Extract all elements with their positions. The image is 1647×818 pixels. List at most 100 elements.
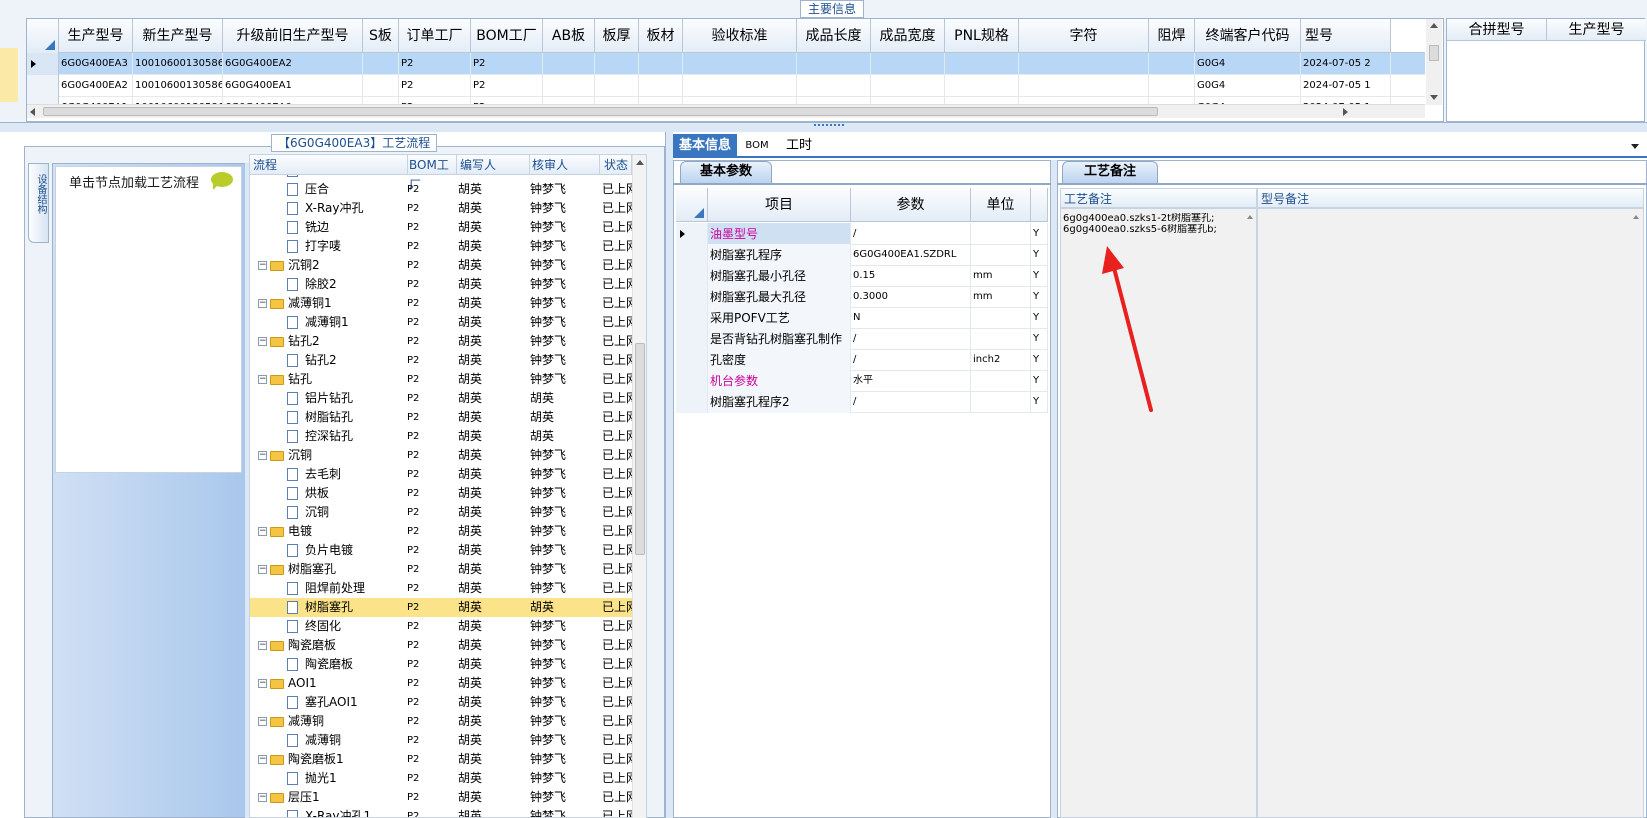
tree-node[interactable]: 控深钻孔P2胡英胡英已上网	[250, 427, 646, 446]
tree-node[interactable]: 铣边P2胡英钟梦飞已上网	[250, 218, 646, 237]
tree-node[interactable]: 除胶2P2胡英钟梦飞已上网	[250, 275, 646, 294]
side-tab-structure[interactable]: 设备结构	[28, 163, 49, 243]
tree-node[interactable]: −陶瓷磨板P2胡英钟梦飞已上网	[250, 636, 646, 655]
tab-2[interactable]: 工时	[777, 134, 821, 158]
column-header[interactable]: 板厚	[595, 19, 639, 52]
table-cell[interactable]	[639, 75, 683, 97]
collapse-icon[interactable]: −	[258, 793, 267, 802]
param-value[interactable]: /	[851, 349, 971, 371]
param-row[interactable]: 树脂塞孔程序2/ Y	[676, 391, 1048, 413]
column-header[interactable]: 字符	[1019, 19, 1149, 52]
tree-node[interactable]: −减薄铜P2胡英钟梦飞已上网	[250, 712, 646, 731]
param-row[interactable]: 是否背钻孔树脂塞孔制作 / Y	[676, 328, 1048, 350]
tree-node[interactable]: −沉铜P2胡英钟梦飞已上网	[250, 446, 646, 465]
tree-node[interactable]: −电镀P2胡英钟梦飞已上网	[250, 522, 646, 541]
table-cell[interactable]	[363, 75, 399, 97]
tabs-dropdown-icon[interactable]	[1631, 144, 1639, 149]
scroll-thumb[interactable]	[635, 343, 645, 555]
table-cell[interactable]	[543, 53, 595, 75]
collapse-icon[interactable]: −	[258, 755, 267, 764]
scroll-right-icon[interactable]	[1343, 108, 1348, 116]
row-header[interactable]	[27, 75, 59, 97]
param-row[interactable]: 机台参数 水平 Y	[676, 370, 1048, 392]
column-header[interactable]: 验收标准	[683, 19, 797, 52]
scroll-up-icon[interactable]	[1633, 215, 1639, 219]
table-row[interactable]: 6G0G400EA2 10010600130586 6G0G400EA1 P2 P2 G0…	[27, 75, 1425, 97]
tree-node[interactable]: 铝片钻孔P2胡英胡英已上网	[250, 389, 646, 408]
tree-node[interactable]: 减薄铜1P2胡英钟梦飞已上网	[250, 313, 646, 332]
table-cell[interactable]	[1019, 75, 1149, 97]
scroll-thumb[interactable]	[43, 107, 1158, 116]
column-header[interactable]: 型号	[1301, 19, 1391, 52]
column-header[interactable]: 新生产型号	[133, 19, 223, 52]
tree-node[interactable]: 树脂塞孔P2胡英胡英已上网	[250, 598, 646, 617]
tree-node[interactable]: 塞孔AOI1P2胡英钟梦飞已上网	[250, 693, 646, 712]
column-header[interactable]: 生产型号	[59, 19, 133, 52]
tree-node[interactable]: 烘板P2胡英钟梦飞已上网	[250, 484, 646, 503]
table-cell[interactable]: 10010600130586	[133, 75, 223, 97]
table-cell[interactable]	[595, 53, 639, 75]
main-grid-vscrollbar[interactable]	[1426, 19, 1442, 105]
tree-node[interactable]: −树脂塞孔P2胡英钟梦飞已上网	[250, 560, 646, 579]
tree-node[interactable]: 终固化P2胡英钟梦飞已上网	[250, 617, 646, 636]
hint-box[interactable]: 单击节点加载工艺流程	[55, 166, 242, 473]
tree-node[interactable]: 减薄铜P2胡英钟梦飞已上网	[250, 731, 646, 750]
table-cell[interactable]: 2024-07-05 1	[1301, 75, 1391, 97]
param-value[interactable]: 水平	[851, 370, 971, 392]
subtab-basic-params[interactable]: 基本参数	[680, 161, 772, 183]
column-header[interactable]: 终端客户代码	[1195, 19, 1301, 52]
param-row[interactable]: 树脂塞孔最小孔径 0.15 mm Y	[676, 265, 1048, 287]
param-value[interactable]: /	[851, 391, 971, 413]
table-cell[interactable]	[797, 53, 871, 75]
scroll-thumb[interactable]	[1429, 45, 1439, 61]
table-cell[interactable]: 6G0G400EA1	[223, 75, 363, 97]
params-header-item[interactable]: 项目	[708, 188, 851, 222]
table-cell[interactable]	[543, 75, 595, 97]
table-cell[interactable]: P2	[471, 75, 543, 97]
param-row[interactable]: 孔密度 / inch2 Y	[676, 349, 1048, 371]
column-header[interactable]: 成品长度	[797, 19, 871, 52]
main-grid-hscrollbar[interactable]	[27, 104, 1425, 118]
vertical-splitter-1[interactable]	[665, 132, 673, 818]
table-cell[interactable]	[871, 53, 945, 75]
table-cell[interactable]: P2	[471, 53, 543, 75]
tree-node[interactable]: 抛光1P2胡英钟梦飞已上网	[250, 769, 646, 788]
params-header-unit[interactable]: 单位	[971, 188, 1031, 222]
table-cell[interactable]	[639, 53, 683, 75]
table-row[interactable]: 6G0G400EA3 10010600130586 6G0G400EA2 P2 P2 G0…	[27, 53, 1425, 75]
param-row-header[interactable]	[676, 328, 708, 350]
collapse-icon[interactable]: −	[258, 565, 267, 574]
param-value[interactable]: 6G0G400EA1.SZDRL	[851, 244, 971, 266]
tree-node[interactable]: X-Ray冲孔1P2胡英钟梦飞已上网	[250, 807, 646, 817]
collapse-icon[interactable]: −	[258, 299, 267, 308]
table-cell[interactable]	[945, 75, 1019, 97]
tree-node[interactable]: 压合P2胡英钟梦飞已上网	[250, 180, 646, 199]
table-cell[interactable]	[1019, 53, 1149, 75]
table-cell[interactable]: 6G0G400EA3	[59, 53, 133, 75]
param-row-header[interactable]	[676, 391, 708, 413]
tree-node[interactable]: 沉铜P2胡英钟梦飞已上网	[250, 503, 646, 522]
column-header[interactable]: PNL规格	[945, 19, 1019, 52]
tree-node[interactable]: 去毛刺P2胡英钟梦飞已上网	[250, 465, 646, 484]
scroll-down-icon[interactable]	[1430, 95, 1438, 100]
tree-node[interactable]: −减薄铜1P2胡英钟梦飞已上网	[250, 294, 646, 313]
column-header[interactable]: BOM工厂	[471, 19, 543, 52]
tree-node[interactable]: −AOI1P2胡英钟梦飞已上网	[250, 674, 646, 693]
param-row[interactable]: 油墨型号 / Y	[676, 223, 1048, 245]
table-cell[interactable]	[683, 75, 797, 97]
param-row[interactable]: 树脂塞孔程序 6G0G400EA1.SZDRL Y	[676, 244, 1048, 266]
tree-node[interactable]: −沉铜2P2胡英钟梦飞已上网	[250, 256, 646, 275]
tree-column-header[interactable]: 流程	[251, 155, 408, 175]
param-row-header[interactable]	[676, 349, 708, 371]
tree-node[interactable]: 陶瓷磨板P2胡英钟梦飞已上网	[250, 655, 646, 674]
scroll-up-icon[interactable]	[1247, 215, 1253, 219]
param-row[interactable]: 树脂塞孔最大孔径 0.3000 mm Y	[676, 286, 1048, 308]
scroll-up-icon[interactable]	[636, 160, 644, 165]
column-header[interactable]: S板	[363, 19, 399, 52]
param-row[interactable]: 采用POFV工艺 N Y	[676, 307, 1048, 329]
param-row-header[interactable]	[676, 370, 708, 392]
scroll-left-icon[interactable]	[30, 108, 35, 116]
tree-node[interactable]: 钻孔2P2胡英钟梦飞已上网	[250, 351, 646, 370]
column-header[interactable]: 板材	[639, 19, 683, 52]
table-cell[interactable]	[683, 53, 797, 75]
